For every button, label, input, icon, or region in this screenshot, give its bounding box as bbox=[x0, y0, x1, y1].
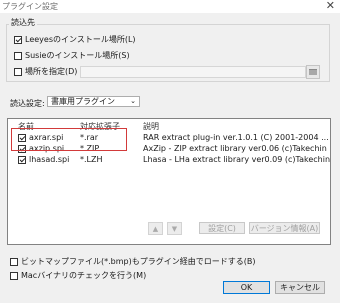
plugin-description: Lhasa - LHa extract library ver0.09 (c)T… bbox=[143, 155, 331, 164]
plugin-extension: *.LZH bbox=[80, 155, 103, 164]
susie-install-label: Susieのインストール場所(S) bbox=[25, 51, 130, 60]
plugin-name-cell: axrar.spi bbox=[18, 133, 63, 142]
mac-binary-check-option[interactable]: Macバイナリのチェックを行う(M) bbox=[10, 270, 146, 281]
move-up-button[interactable]: ▲ bbox=[148, 222, 163, 235]
plugin-enable-checkbox[interactable] bbox=[18, 144, 26, 153]
plugin-name-cell: lhasad.spi bbox=[18, 155, 69, 164]
plugin-enable-checkbox[interactable] bbox=[18, 155, 26, 164]
column-header-extension[interactable]: 対応拡張子 bbox=[80, 121, 120, 131]
plugin-name: lhasad.spi bbox=[29, 155, 70, 164]
arrow-down-icon: ▼ bbox=[171, 224, 178, 233]
load-settings-select[interactable]: 書庫用プラグイン ⌄ bbox=[47, 96, 140, 107]
move-down-button[interactable]: ▼ bbox=[167, 222, 182, 235]
mac-binary-check-label: Macバイナリのチェックを行う(M) bbox=[21, 271, 147, 280]
susie-install-checkbox[interactable] bbox=[14, 51, 22, 60]
plugin-row[interactable]: axrar.spi *.rar RAR extract plug-in ver.… bbox=[8, 133, 330, 143]
susie-install-option[interactable]: Susieのインストール場所(S) bbox=[14, 50, 130, 61]
plugin-settings-dialog: プラグイン設定 ✕ 読込先 Leeyesのインストール場所(L) Susieのイ… bbox=[0, 0, 340, 303]
browse-folder-button[interactable] bbox=[306, 65, 320, 79]
leeyes-install-checkbox[interactable] bbox=[14, 35, 22, 44]
plugin-name: axrar.spi bbox=[29, 133, 64, 142]
version-info-button[interactable]: バージョン情報(A) bbox=[249, 222, 320, 234]
load-source-label: 読込先 bbox=[9, 17, 37, 28]
plugin-name-cell: axzip.spi bbox=[18, 144, 64, 153]
plugin-name: axzip.spi bbox=[29, 144, 65, 153]
bitmap-via-plugin-label: ビットマップファイル(*.bmp)もプラグイン経由でロードする(B) bbox=[21, 257, 256, 266]
plugin-row[interactable]: axzip.spi *.ZIP AxZip - ZIP extract libr… bbox=[8, 144, 330, 154]
column-header-description[interactable]: 説明 bbox=[143, 121, 159, 131]
custom-location-option[interactable]: 場所を指定(D) bbox=[14, 66, 77, 77]
mac-binary-check-checkbox[interactable] bbox=[10, 271, 18, 280]
chevron-down-icon: ⌄ bbox=[130, 97, 136, 105]
custom-location-label: 場所を指定(D) bbox=[25, 67, 78, 76]
custom-location-checkbox[interactable] bbox=[14, 67, 22, 76]
bitmap-via-plugin-option[interactable]: ビットマップファイル(*.bmp)もプラグイン経由でロードする(B) bbox=[10, 256, 255, 267]
plugin-row[interactable]: lhasad.spi *.LZH Lhasa - LHa extract lib… bbox=[8, 155, 330, 165]
plugin-extension: *.ZIP bbox=[80, 144, 100, 153]
plugin-extension: *.rar bbox=[80, 133, 99, 142]
window-title: プラグイン設定 bbox=[2, 2, 58, 11]
close-icon[interactable]: ✕ bbox=[326, 0, 335, 12]
cancel-button[interactable]: キャンセル bbox=[275, 281, 325, 294]
plugin-description: AxZip - ZIP extract library ver0.06 (c)T… bbox=[143, 144, 327, 153]
custom-location-path-field[interactable] bbox=[80, 66, 306, 78]
plugin-enable-checkbox[interactable] bbox=[18, 133, 26, 142]
arrow-up-icon: ▲ bbox=[152, 224, 159, 233]
title-bar: プラグイン設定 ✕ bbox=[0, 0, 340, 13]
folder-icon bbox=[309, 69, 317, 75]
bitmap-via-plugin-checkbox[interactable] bbox=[10, 257, 18, 266]
load-settings-label: 読込設定: bbox=[10, 99, 45, 108]
plugin-description: RAR extract plug-in ver.1.0.1 (C) 2001-2… bbox=[143, 133, 329, 142]
leeyes-install-label: Leeyesのインストール場所(L) bbox=[25, 35, 136, 44]
ok-button[interactable]: OK bbox=[223, 281, 270, 294]
settings-button[interactable]: 設定(C) bbox=[199, 222, 245, 234]
leeyes-install-option[interactable]: Leeyesのインストール場所(L) bbox=[14, 34, 136, 45]
load-settings-selected: 書庫用プラグイン bbox=[51, 97, 115, 106]
column-header-name[interactable]: 名前 bbox=[18, 121, 34, 131]
